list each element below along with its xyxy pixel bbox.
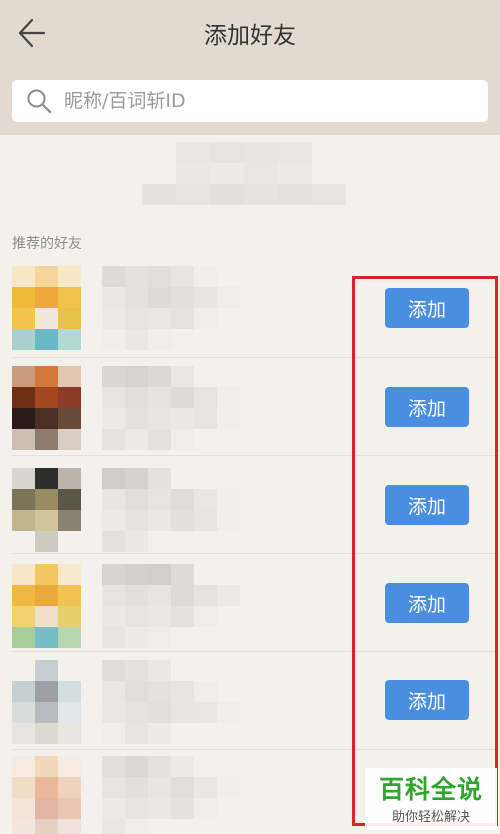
friend-row: 添加 xyxy=(0,358,500,456)
app-header: 添加好友 xyxy=(0,0,500,135)
page-title: 添加好友 xyxy=(204,23,296,49)
friend-info-pixelated xyxy=(102,468,240,552)
friend-info-pixelated xyxy=(102,266,240,350)
recommended-friends-label: 推荐的好友 xyxy=(12,236,82,252)
watermark-subtitle: 助你轻松解决 xyxy=(391,810,470,825)
add-friend-button[interactable]: 添加 xyxy=(385,485,469,525)
watermark-title: 百科全说 xyxy=(378,775,483,804)
avatar xyxy=(12,564,81,648)
search-icon xyxy=(27,89,52,114)
friend-info-pixelated xyxy=(102,756,240,834)
avatar xyxy=(12,468,81,552)
friend-row: 添加 xyxy=(0,652,500,750)
add-friend-button[interactable]: 添加 xyxy=(385,680,469,720)
account-info-pixelated xyxy=(142,142,346,205)
friend-info-pixelated xyxy=(102,564,240,648)
friend-row: 添加 xyxy=(0,554,500,652)
avatar xyxy=(12,266,81,350)
avatar xyxy=(12,756,81,834)
friend-row: 添加 xyxy=(0,456,500,554)
avatar xyxy=(12,660,81,744)
friend-info-pixelated xyxy=(102,660,240,744)
watermark-logo: 百科全说 助你轻松解决 xyxy=(365,768,497,830)
add-friend-button[interactable]: 添加 xyxy=(385,288,469,328)
friend-row: 添加 xyxy=(0,260,500,358)
search-input[interactable] xyxy=(64,80,474,122)
avatar xyxy=(12,366,81,450)
friend-info-pixelated xyxy=(102,366,240,450)
add-friend-button[interactable]: 添加 xyxy=(385,583,469,623)
search-box[interactable] xyxy=(12,80,488,122)
add-friend-button[interactable]: 添加 xyxy=(385,387,469,427)
